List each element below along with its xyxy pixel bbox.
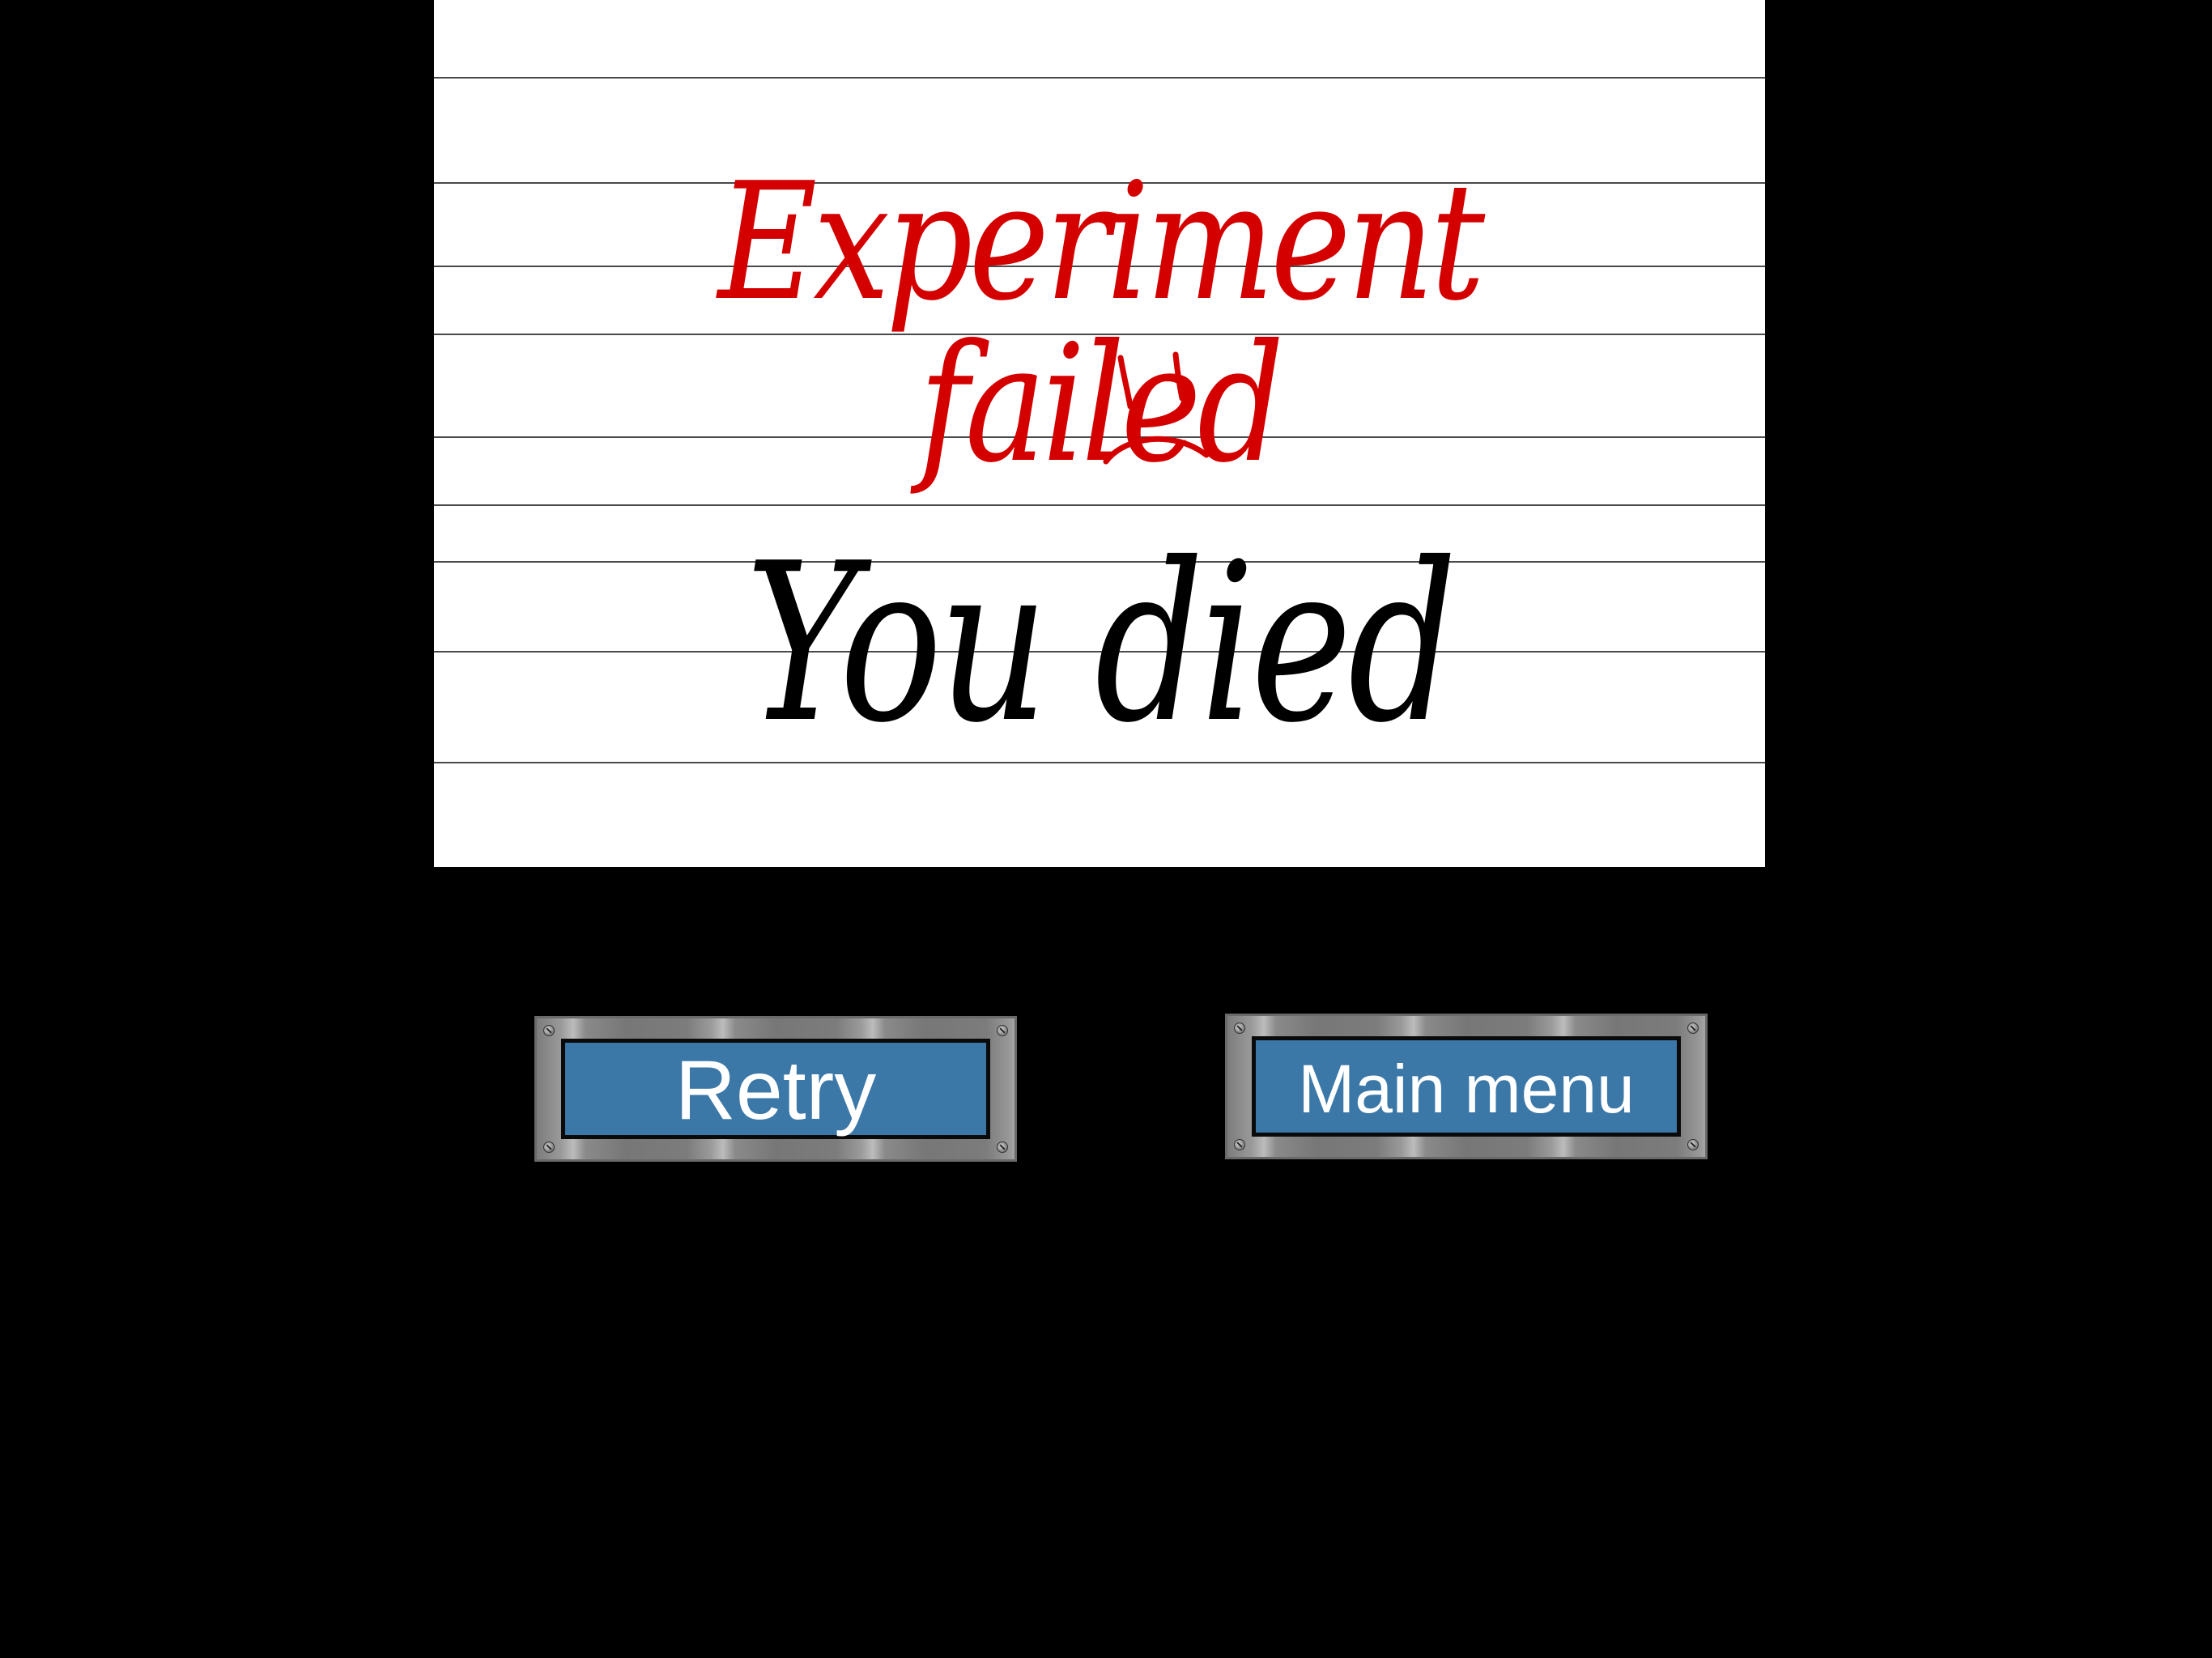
screw-icon [1687,1139,1699,1150]
screw-icon [997,1025,1008,1036]
screw-icon [543,1141,555,1153]
main-menu-button[interactable]: Main menu [1225,1014,1708,1159]
main-menu-button-label[interactable]: Main menu [1252,1036,1681,1137]
you-died-message: You died [745,516,1457,771]
screw-icon [1234,1139,1245,1150]
retry-button[interactable]: Retry [534,1016,1017,1162]
retry-button-label[interactable]: Retry [561,1039,990,1139]
screw-icon [1687,1022,1699,1034]
notebook-paper: Experiment failed You died [434,0,1765,867]
game-over-screen: Experiment failed You died Retry Main me… [0,0,2212,1658]
paper-rule [434,504,1765,506]
screw-icon [997,1141,1008,1153]
screw-icon [1234,1022,1245,1034]
sad-face-icon [1103,351,1210,465]
paper-rule [434,77,1765,79]
screw-icon [543,1025,555,1036]
